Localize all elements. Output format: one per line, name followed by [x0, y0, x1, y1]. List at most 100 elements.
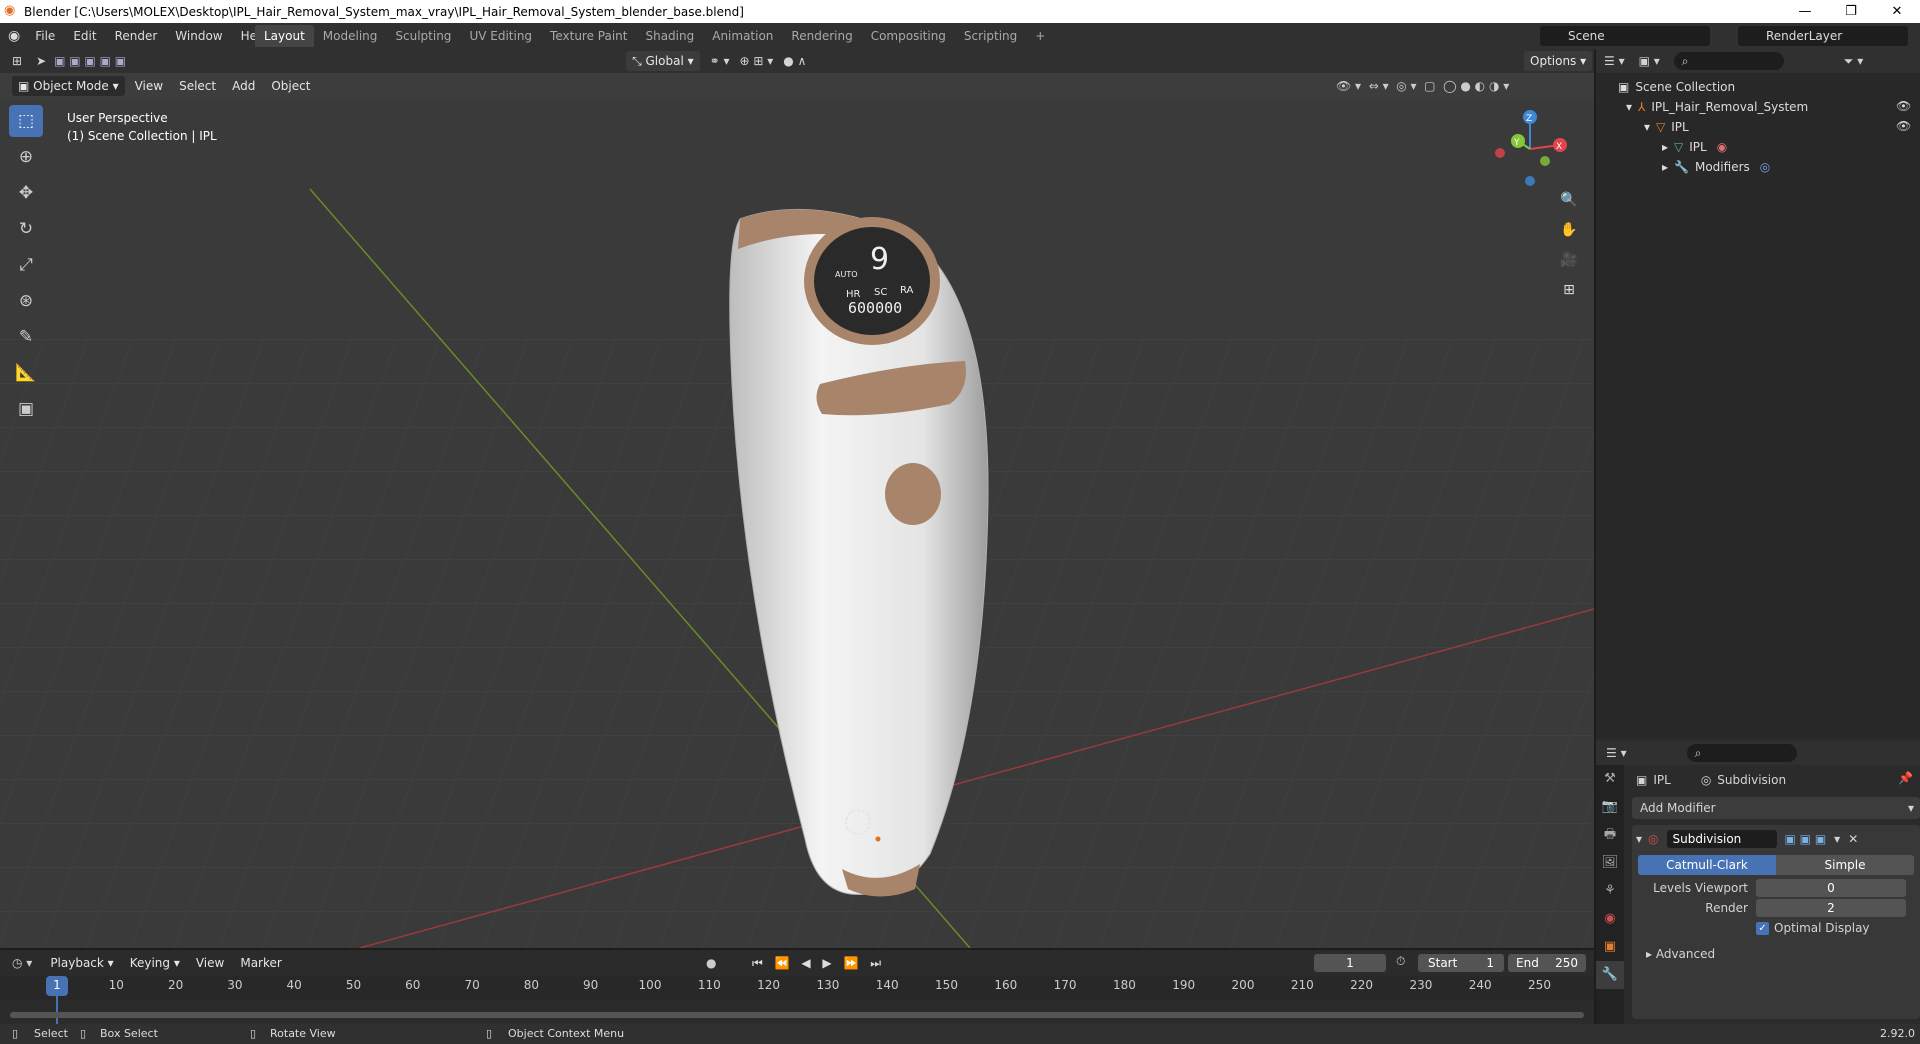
- frame-tick-label: 190: [1172, 978, 1196, 992]
- tab-rendering[interactable]: Rendering: [782, 25, 861, 47]
- minimize-button[interactable]: —: [1782, 0, 1828, 23]
- timeline-scrollbar[interactable]: [10, 1012, 1584, 1018]
- svg-text:Y: Y: [1513, 138, 1520, 148]
- scale-tool[interactable]: ⤢: [9, 249, 43, 281]
- remove-modifier-icon[interactable]: ✕: [1848, 832, 1858, 846]
- scene-selector[interactable]: Scene: [1540, 26, 1710, 46]
- shading-icons[interactable]: 👁 ▾ ⇔ ▾ ◎ ▾ ▢ ◯ ● ◐ ◑ ▾: [1336, 79, 1509, 93]
- tab-texture-paint[interactable]: Texture Paint: [541, 25, 636, 47]
- move-tool[interactable]: ✥: [9, 177, 43, 209]
- object-tab-icon[interactable]: ▣: [1596, 933, 1624, 961]
- blender-menu-icon[interactable]: ◉: [8, 28, 20, 44]
- add-modifier-dropdown[interactable]: Add Modifier ▾: [1632, 797, 1920, 819]
- rotate-tool[interactable]: ↻: [9, 213, 43, 245]
- menu-object[interactable]: Object: [265, 76, 316, 96]
- collapse-arrow-icon[interactable]: ▾: [1636, 832, 1642, 846]
- scene-tab-icon[interactable]: ⚘: [1596, 877, 1624, 905]
- menu-timeline-view[interactable]: View: [190, 953, 230, 973]
- start-frame-field[interactable]: Start 1: [1418, 954, 1504, 972]
- pivot-icon[interactable]: ⚭ ▾: [710, 54, 730, 68]
- measure-tool[interactable]: 📐: [9, 357, 43, 389]
- modifier-menu-icon[interactable]: ▾: [1834, 832, 1840, 846]
- snap-icon[interactable]: ⊕ ⊞ ▾: [740, 54, 774, 68]
- grid-view-icon[interactable]: ⊞: [1556, 277, 1582, 303]
- options-dropdown[interactable]: Options ▾: [1524, 51, 1593, 71]
- proportional-icon[interactable]: ● ∧: [783, 54, 806, 68]
- preview-range-icon[interactable]: ⏱: [1396, 954, 1405, 969]
- select-box-tool[interactable]: ⬚: [9, 105, 43, 137]
- modifier-toggle-icons[interactable]: ▣ ▣ ▣: [1785, 832, 1827, 846]
- outliner-item-system[interactable]: ▾ ⅄ IPL_Hair_Removal_System: [1626, 97, 1808, 117]
- menu-window[interactable]: Window: [166, 23, 231, 49]
- tab-modeling[interactable]: Modeling: [314, 25, 387, 47]
- viewport-overlay-text: User Perspective (1) Scene Collection | …: [67, 109, 217, 145]
- catmull-clark-button[interactable]: Catmull-Clark: [1638, 855, 1776, 875]
- tab-shading[interactable]: Shading: [636, 25, 703, 47]
- properties-editor-icon[interactable]: ☰ ▾: [1606, 746, 1627, 760]
- menu-file[interactable]: File: [26, 23, 64, 49]
- menu-view[interactable]: View: [129, 76, 169, 96]
- properties-search[interactable]: ⌕: [1686, 744, 1797, 762]
- render-layer-selector[interactable]: RenderLayer: [1738, 26, 1908, 46]
- select-mode-icons[interactable]: ▣ ▣ ▣ ▣ ▣: [54, 54, 126, 68]
- tab-compositing[interactable]: Compositing: [862, 25, 955, 47]
- orientation-dropdown[interactable]: ⤡ Global ▾: [626, 51, 700, 71]
- menu-keying[interactable]: Keying ▾: [124, 953, 186, 973]
- outliner-search[interactable]: ⌕: [1673, 52, 1784, 70]
- editor-type-icon[interactable]: ⊞: [12, 54, 22, 68]
- zoom-icon[interactable]: 🔍: [1556, 187, 1582, 213]
- menu-edit[interactable]: Edit: [64, 23, 105, 49]
- render-tab-icon[interactable]: 📷: [1596, 793, 1624, 821]
- viewport-canvas[interactable]: AUTO 9 HR SC RA 600000 ⬚ ⊕ ✥ ↻ ⤢ ⊛ ✎ 📐 ▣: [0, 99, 1594, 948]
- modifier-tab-icon[interactable]: 🔧: [1596, 961, 1624, 989]
- pan-hand-icon[interactable]: ✋: [1556, 217, 1582, 243]
- display-mode-icon[interactable]: ▣ ▾: [1639, 54, 1660, 68]
- current-frame-field[interactable]: 1: [1314, 954, 1386, 972]
- simple-button[interactable]: Simple: [1776, 855, 1914, 875]
- tab-layout[interactable]: Layout: [255, 25, 314, 47]
- levels-viewport-field[interactable]: 0: [1756, 879, 1906, 897]
- object-mode-dropdown[interactable]: ▣ Object Mode ▾: [12, 76, 125, 96]
- advanced-subpanel[interactable]: ▸ Advanced: [1646, 947, 1715, 961]
- navigation-gizmo[interactable]: Z X Y: [1490, 109, 1570, 189]
- end-frame-field[interactable]: End 250: [1508, 954, 1586, 972]
- tool-tab-icon[interactable]: ⚒: [1596, 765, 1624, 793]
- tab-uv-editing[interactable]: UV Editing: [460, 25, 541, 47]
- outliner-item-ipl-mesh[interactable]: ▸ ▽ IPL ◉: [1662, 137, 1727, 157]
- outliner-item-modifiers[interactable]: ▸ 🔧 Modifiers ◎: [1662, 157, 1770, 177]
- outliner-editor-icon[interactable]: ☰ ▾: [1604, 54, 1625, 68]
- timeline-editor-icon[interactable]: ◷ ▾: [12, 956, 32, 970]
- playback-controls[interactable]: ⏮ ⏪ ◀ ▶ ⏩ ⏭: [752, 956, 885, 971]
- tab-scripting[interactable]: Scripting: [955, 25, 1026, 47]
- record-icon[interactable]: ●: [706, 956, 716, 970]
- visibility-eye-icon[interactable]: 👁: [1896, 119, 1911, 133]
- select-tool-icon[interactable]: ➤: [36, 54, 46, 68]
- maximize-button[interactable]: ❐: [1828, 0, 1874, 23]
- cursor-tool[interactable]: ⊕: [9, 141, 43, 173]
- outliner-item-ipl-object[interactable]: ▾ ▽ IPL: [1644, 117, 1689, 137]
- view-layer-tab-icon[interactable]: 🖼: [1596, 849, 1624, 877]
- visibility-eye-icon[interactable]: 👁: [1896, 99, 1911, 113]
- add-cube-tool[interactable]: ▣: [9, 393, 43, 425]
- tab-sculpting[interactable]: Sculpting: [386, 25, 460, 47]
- transform-tool[interactable]: ⊛: [9, 285, 43, 317]
- optimal-display-checkbox[interactable]: ✓ Optimal Display: [1756, 921, 1870, 935]
- world-tab-icon[interactable]: ◉: [1596, 905, 1624, 933]
- render-levels-field[interactable]: 2: [1756, 899, 1906, 917]
- pin-icon[interactable]: 📌: [1898, 771, 1913, 785]
- modifier-name-field[interactable]: Subdivision: [1666, 830, 1777, 848]
- tab-animation[interactable]: Animation: [703, 25, 782, 47]
- close-window-button[interactable]: ✕: [1874, 0, 1920, 23]
- outliner-scene-collection[interactable]: ▣ Scene Collection: [1618, 77, 1735, 97]
- menu-select[interactable]: Select: [173, 76, 222, 96]
- menu-add[interactable]: Add: [226, 76, 261, 96]
- camera-icon[interactable]: 🎥: [1556, 247, 1582, 273]
- output-tab-icon[interactable]: 🖶: [1596, 821, 1624, 849]
- menu-playback[interactable]: Playback ▾: [44, 953, 119, 973]
- menu-marker[interactable]: Marker: [234, 953, 287, 973]
- add-workspace-button[interactable]: +: [1026, 25, 1054, 47]
- filter-icon[interactable]: ⏷ ▾: [1844, 54, 1863, 69]
- menu-render[interactable]: Render: [106, 23, 167, 49]
- frame-ruler[interactable]: 1 10 20 30 40 50 60 70 80 90 100 110 120 130 140 150 160…: [0, 976, 1594, 1024]
- annotate-tool[interactable]: ✎: [9, 321, 43, 353]
